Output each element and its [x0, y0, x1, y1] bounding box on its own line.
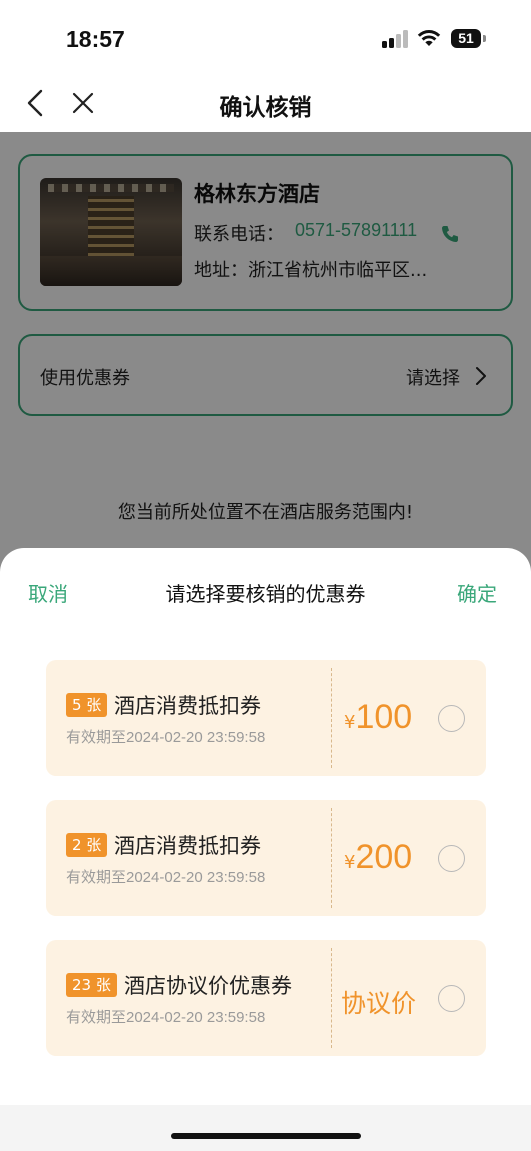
currency-symbol: ¥	[344, 852, 356, 873]
coupon-name: 酒店消费抵扣券	[114, 694, 261, 718]
coupon-radio[interactable]	[438, 845, 465, 872]
coupon-card[interactable]: 23 张 酒店协议价优惠券 有效期至2024-02-20 23:59:58 协议…	[46, 940, 486, 1056]
sheet-title: 请选择要核销的优惠券	[165, 582, 366, 606]
coupon-divider	[331, 668, 332, 768]
confirm-button[interactable]: 确定	[457, 578, 497, 607]
status-bar: 18:57 51	[0, 0, 531, 80]
coupon-radio[interactable]	[438, 985, 465, 1012]
coupon-validity: 有效期至2024-02-20 23:59:58	[66, 729, 266, 746]
coupon-count-badge: 5 张	[66, 693, 108, 717]
nav-bar: 确认核销	[0, 80, 531, 132]
coupon-amount: 100	[355, 698, 413, 736]
wifi-icon	[417, 30, 441, 46]
coupon-divider	[331, 808, 332, 908]
home-bar-area	[0, 1105, 531, 1151]
coupon-divider	[331, 948, 332, 1048]
coupon-name: 酒店消费抵扣券	[114, 834, 261, 858]
battery-cap	[483, 35, 486, 42]
currency-symbol: ¥	[344, 712, 356, 733]
battery-icon: 51	[451, 29, 481, 48]
coupon-radio[interactable]	[438, 705, 465, 732]
signal-icon	[382, 30, 408, 48]
coupon-card[interactable]: 2 张 酒店消费抵扣券 有效期至2024-02-20 23:59:58 ¥200	[46, 800, 486, 916]
coupon-count-badge: 2 张	[66, 833, 108, 857]
coupon-name: 酒店协议价优惠券	[124, 974, 292, 998]
coupon-validity: 有效期至2024-02-20 23:59:58	[66, 1009, 266, 1026]
coupon-value: ¥100	[344, 698, 412, 737]
coupon-sheet: 取消 请选择要核销的优惠券 确定 5 张 酒店消费抵扣券 有效期至2024-02…	[0, 548, 531, 1151]
coupon-validity: 有效期至2024-02-20 23:59:58	[66, 869, 266, 886]
coupon-count-badge: 23 张	[66, 973, 117, 997]
coupon-amount: 200	[355, 838, 413, 876]
home-indicator[interactable]	[171, 1133, 361, 1139]
coupon-card[interactable]: 5 张 酒店消费抵扣券 有效期至2024-02-20 23:59:58 ¥100	[46, 660, 486, 776]
page-title: 确认核销	[219, 95, 312, 121]
coupon-price-text: 协议价	[341, 989, 417, 1018]
status-time: 18:57	[66, 26, 125, 52]
coupon-value: ¥200	[344, 838, 412, 877]
